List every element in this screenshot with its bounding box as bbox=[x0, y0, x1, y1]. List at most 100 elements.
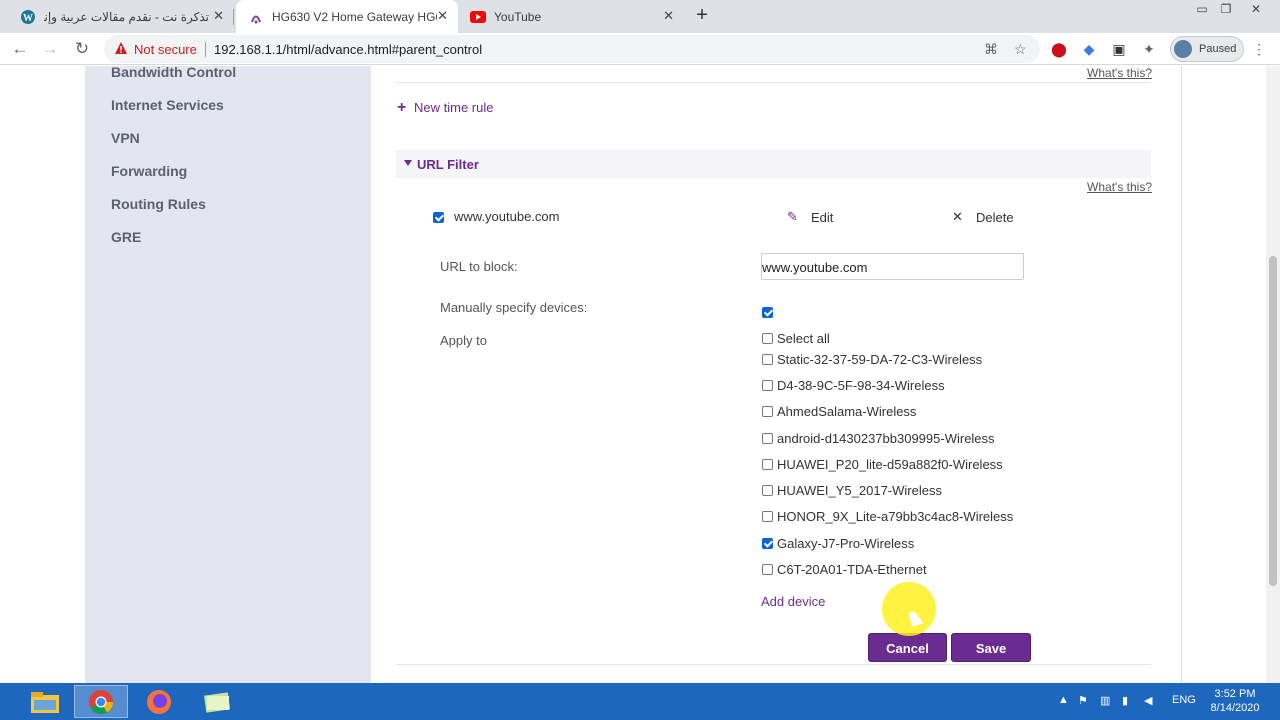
new-tab-button[interactable]: + bbox=[692, 5, 712, 26]
sidebar-item-vpn[interactable]: VPN bbox=[111, 130, 140, 146]
delete-button[interactable]: ✕ Delete bbox=[952, 209, 1014, 225]
sidebar-item-forwarding[interactable]: Forwarding bbox=[111, 163, 187, 179]
sidebar: Bandwidth Control Internet Services VPN … bbox=[85, 66, 371, 683]
translate-icon[interactable]: ⌘ bbox=[984, 41, 998, 58]
device-checkbox[interactable] bbox=[762, 354, 773, 365]
avatar bbox=[1174, 40, 1192, 58]
device-checkbox[interactable] bbox=[762, 406, 773, 417]
tab-title: HG630 V2 Home Gateway HG630 bbox=[272, 9, 437, 24]
url-filter-section-header[interactable]: URL Filter bbox=[396, 150, 1151, 178]
device-label: AhmedSalama-Wireless bbox=[777, 404, 917, 419]
device-row[interactable]: Galaxy-J7-Pro-Wireless bbox=[761, 535, 1061, 553]
rule-checkbox[interactable] bbox=[433, 212, 444, 223]
restore-icon[interactable]: ❐ bbox=[1216, 2, 1236, 16]
address-bar[interactable]: Not secure 192.168.1.1/html/advance.html… bbox=[104, 35, 1040, 63]
device-checkbox[interactable] bbox=[762, 433, 773, 444]
cursor-highlight bbox=[882, 582, 936, 636]
volume-icon[interactable]: ◀ bbox=[1144, 694, 1152, 707]
whats-this-link[interactable]: What's this? bbox=[1087, 66, 1152, 80]
scrollbar-thumb[interactable] bbox=[1269, 256, 1277, 586]
puzzle-icon[interactable]: ✦ bbox=[1140, 40, 1158, 58]
cancel-button[interactable]: Cancel bbox=[868, 633, 947, 662]
sidebar-item-bandwidth-control[interactable]: Bandwidth Control bbox=[111, 66, 236, 80]
device-label: android-d1430237bb309995-Wireless bbox=[777, 431, 995, 446]
clock[interactable]: 3:52 PM 8/14/2020 bbox=[1200, 687, 1270, 715]
svg-text:W: W bbox=[23, 13, 33, 24]
new-time-rule-link[interactable]: + New time rule bbox=[397, 99, 494, 116]
minimize-icon[interactable]: ▭ bbox=[1192, 2, 1212, 16]
profile-button[interactable]: Paused bbox=[1170, 36, 1244, 62]
file-explorer-icon[interactable] bbox=[18, 685, 72, 718]
triangle-down-icon bbox=[404, 160, 412, 166]
page-content: Bandwidth Control Internet Services VPN … bbox=[0, 66, 1280, 683]
device-row[interactable]: HUAWEI_Y5_2017-Wireless bbox=[761, 482, 1061, 500]
section-title: URL Filter bbox=[417, 157, 479, 172]
add-device-link[interactable]: Add device bbox=[761, 594, 825, 609]
show-hidden-icons-icon[interactable]: ▲ bbox=[1058, 694, 1069, 706]
device-row[interactable]: android-d1430237bb309995-Wireless bbox=[761, 430, 1061, 448]
save-button[interactable]: Save bbox=[951, 633, 1031, 662]
notes-icon[interactable] bbox=[190, 685, 244, 718]
device-row[interactable]: Static-32-37-59-DA-72-C3-Wireless bbox=[761, 351, 1061, 369]
edit-button[interactable]: ✎ Edit bbox=[787, 209, 833, 225]
device-checkbox[interactable] bbox=[762, 538, 773, 549]
device-row[interactable]: AhmedSalama-Wireless bbox=[761, 403, 1061, 421]
apply-to-label: Apply to bbox=[440, 333, 487, 348]
new-time-rule-label: New time rule bbox=[414, 100, 494, 115]
device-checkbox[interactable] bbox=[762, 564, 773, 575]
close-icon[interactable]: ✕ bbox=[213, 9, 224, 23]
sidebar-item-internet-services[interactable]: Internet Services bbox=[111, 97, 224, 113]
network-icon[interactable]: ▥ bbox=[1100, 694, 1110, 707]
select-all-checkbox[interactable] bbox=[762, 333, 773, 344]
opera-icon[interactable]: ⬤ bbox=[1050, 40, 1068, 58]
chrome-icon[interactable] bbox=[74, 685, 128, 718]
m-extension-icon[interactable]: ▣ bbox=[1110, 40, 1128, 58]
device-label: D4-38-9C-5F-98-34-Wireless bbox=[777, 378, 945, 393]
close-icon[interactable]: ✕ bbox=[663, 9, 674, 23]
star-icon[interactable]: ☆ bbox=[1014, 41, 1027, 58]
forward-icon[interactable]: → bbox=[40, 39, 60, 59]
device-row[interactable]: D4-38-9C-5F-98-34-Wireless bbox=[761, 377, 1061, 395]
plus-icon: + bbox=[397, 99, 407, 116]
language-indicator[interactable]: ENG bbox=[1172, 694, 1196, 706]
firefox-icon[interactable] bbox=[132, 685, 186, 718]
device-row[interactable]: HONOR_9X_Lite-a79bb3c4ac8-Wireless bbox=[761, 508, 1061, 526]
device-label: HUAWEI_P20_lite-d59a882f0-Wireless bbox=[777, 457, 1003, 472]
translate-extension-icon[interactable]: ◆ bbox=[1080, 40, 1098, 58]
browser-toolbar: ← → ↻ Not secure 192.168.1.1/html/advanc… bbox=[0, 33, 1280, 65]
scrollbar[interactable] bbox=[1266, 66, 1280, 683]
menu-icon[interactable]: ⋮ bbox=[1252, 41, 1266, 58]
device-label: Galaxy-J7-Pro-Wireless bbox=[777, 536, 915, 551]
close-icon[interactable]: ✕ bbox=[437, 9, 448, 23]
device-row[interactable]: C6T-20A01-TDA-Ethernet bbox=[761, 561, 1061, 579]
warning-icon bbox=[114, 41, 128, 55]
tab-wordpress[interactable]: W تذكرة نت - نقدم مقالات عربية وإنجا ✕ bbox=[8, 0, 234, 33]
reload-icon[interactable]: ↻ bbox=[72, 39, 92, 59]
security-label[interactable]: Not secure bbox=[134, 42, 197, 57]
device-checkbox[interactable] bbox=[762, 511, 773, 522]
manual-devices-label: Manually specify devices: bbox=[440, 300, 588, 315]
url-text[interactable]: 192.168.1.1/html/advance.html#parent_con… bbox=[214, 42, 482, 57]
security-icon[interactable]: ⚑ bbox=[1078, 694, 1088, 707]
signal-icon[interactable]: ▮ bbox=[1122, 694, 1128, 707]
whats-this-link[interactable]: What's this? bbox=[1087, 180, 1152, 194]
tab-title: YouTube bbox=[494, 9, 542, 24]
url-to-block-input[interactable]: www.youtube.com bbox=[761, 253, 1024, 280]
sidebar-item-gre[interactable]: GRE bbox=[111, 229, 141, 245]
profile-status: Paused bbox=[1199, 43, 1237, 55]
tab-hg630[interactable]: HG630 V2 Home Gateway HG630 ✕ bbox=[236, 0, 458, 33]
tab-youtube[interactable]: YouTube ✕ bbox=[458, 0, 684, 33]
device-checkbox[interactable] bbox=[762, 485, 773, 496]
close-window-icon[interactable]: ✕ bbox=[1246, 2, 1266, 16]
device-checkbox[interactable] bbox=[762, 380, 773, 391]
manual-devices-checkbox[interactable] bbox=[762, 307, 773, 318]
edit-icon: ✎ bbox=[787, 209, 798, 224]
clock-time: 3:52 PM bbox=[1214, 688, 1256, 700]
tab-strip: W تذكرة نت - نقدم مقالات عربية وإنجا ✕ H… bbox=[0, 0, 1280, 33]
device-row[interactable]: HUAWEI_P20_lite-d59a882f0-Wireless bbox=[761, 456, 1061, 474]
select-all-row[interactable]: Select all bbox=[761, 330, 1061, 348]
taskbar: ▲ ⚑ ▥ ▮ ◀ ENG 3:52 PM 8/14/2020 bbox=[0, 683, 1280, 720]
sidebar-item-routing-rules[interactable]: Routing Rules bbox=[111, 196, 206, 212]
back-icon[interactable]: ← bbox=[10, 39, 30, 59]
device-checkbox[interactable] bbox=[762, 459, 773, 470]
